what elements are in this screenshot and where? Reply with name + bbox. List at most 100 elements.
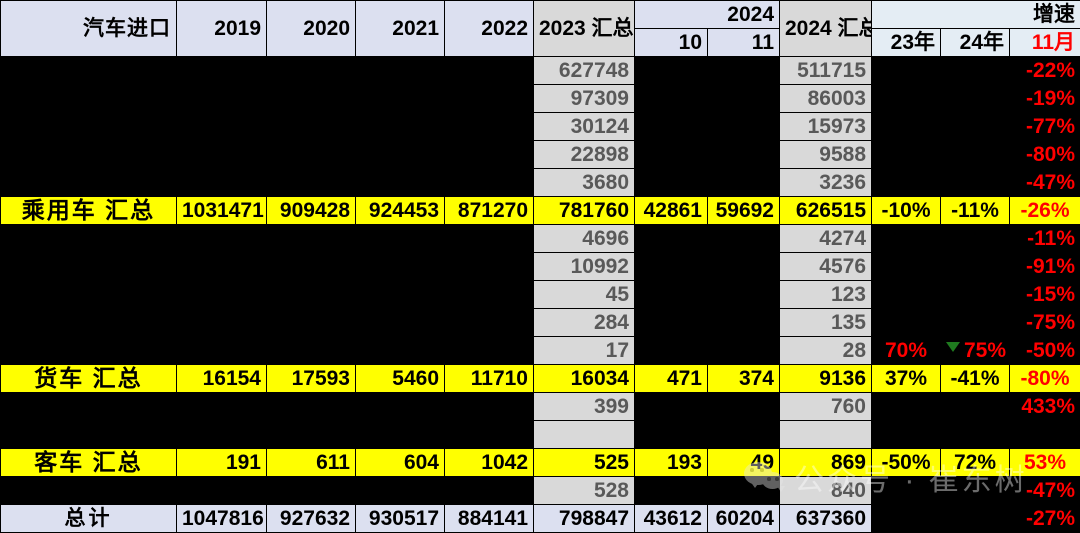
cell-g23 [872, 477, 941, 505]
cell-t2023: 16034 [534, 365, 635, 393]
cell-y2021 [356, 281, 445, 309]
cell-g24: -11% [941, 197, 1010, 225]
cell-y2022 [445, 85, 534, 113]
cell-y2020 [267, 225, 356, 253]
cell-y2020 [267, 393, 356, 421]
cell-m11 [708, 253, 780, 281]
cell-t2024: 840 [780, 477, 872, 505]
table-row: 货车 汇总16154175935460117101603447137491363… [1, 365, 1080, 393]
row-label-blank [1, 309, 177, 337]
cell-g23 [872, 309, 941, 337]
cell-m10 [635, 85, 708, 113]
cell-g11: -80% [1010, 365, 1080, 393]
cell-g23: 70% [872, 337, 941, 365]
cell-g23: -10% [872, 197, 941, 225]
table-row: 总计10478169276329305178841417988474361260… [1, 505, 1080, 533]
cell-y2021: 930517 [356, 505, 445, 533]
cell-t2024: 4274 [780, 225, 872, 253]
cell-t2023 [534, 421, 635, 449]
row-label-blank [1, 85, 177, 113]
cell-t2023: 284 [534, 309, 635, 337]
spreadsheet-canvas: 汽车进口 2019 2020 2021 2022 2023 汇总 2024 20… [0, 0, 1080, 514]
header-group-growth: 增速 [872, 1, 1080, 29]
row-label-summary: 货车 汇总 [1, 365, 177, 393]
cell-t2024: 9588 [780, 141, 872, 169]
cell-m10: 193 [635, 449, 708, 477]
cell-t2024: 511715 [780, 57, 872, 85]
cell-g24 [941, 309, 1010, 337]
cell-g23 [872, 281, 941, 309]
cell-m10 [635, 57, 708, 85]
cell-m11 [708, 281, 780, 309]
cell-y2021: 5460 [356, 365, 445, 393]
cell-y2019 [177, 113, 267, 141]
cell-g11: -91% [1010, 253, 1080, 281]
cell-g23 [872, 141, 941, 169]
cell-g24 [941, 477, 1010, 505]
cell-m10 [635, 225, 708, 253]
cell-t2024: 4576 [780, 253, 872, 281]
cell-t2024: 760 [780, 393, 872, 421]
cell-g23 [872, 85, 941, 113]
cell-t2023: 10992 [534, 253, 635, 281]
cell-t2023: 45 [534, 281, 635, 309]
cell-y2020 [267, 253, 356, 281]
cell-t2023: 781760 [534, 197, 635, 225]
cell-y2019 [177, 309, 267, 337]
cell-g24: 72% [941, 449, 1010, 477]
cell-m11 [708, 141, 780, 169]
cell-y2020: 611 [267, 449, 356, 477]
cell-t2023: 97309 [534, 85, 635, 113]
cell-t2023: 525 [534, 449, 635, 477]
header-2023-total: 2023 汇总 [534, 1, 635, 57]
table-row [1, 421, 1080, 449]
cell-g11: -80% [1010, 141, 1080, 169]
cell-y2022 [445, 169, 534, 197]
cell-g11: -27% [1010, 505, 1080, 533]
cell-t2024: 28 [780, 337, 872, 365]
cell-y2019 [177, 225, 267, 253]
cell-m11 [708, 57, 780, 85]
table-body: 627748511715-22%9730986003-19%3012415973… [1, 57, 1080, 533]
cell-m11: 374 [708, 365, 780, 393]
row-label-blank [1, 281, 177, 309]
cell-y2019 [177, 169, 267, 197]
cell-y2021 [356, 141, 445, 169]
cell-g24-value: 75% [964, 339, 1006, 362]
header-year-2022: 2022 [445, 1, 534, 57]
table-row: 284135-75% [1, 309, 1080, 337]
header-growth-nov: 11月 [1010, 29, 1080, 57]
cell-g23 [872, 421, 941, 449]
cell-g23: -50% [872, 449, 941, 477]
row-label-blank [1, 141, 177, 169]
cell-y2020 [267, 57, 356, 85]
cell-g24: 75% [941, 337, 1010, 365]
cell-m11 [708, 421, 780, 449]
cell-y2021 [356, 57, 445, 85]
cell-y2019: 1047816 [177, 505, 267, 533]
cell-g23 [872, 225, 941, 253]
cell-m11: 59692 [708, 197, 780, 225]
cell-y2019: 16154 [177, 365, 267, 393]
cell-m11 [708, 309, 780, 337]
cell-t2024: 869 [780, 449, 872, 477]
row-label-blank [1, 57, 177, 85]
row-label-blank [1, 253, 177, 281]
table-row: 36803236-47% [1, 169, 1080, 197]
cell-g23: 37% [872, 365, 941, 393]
cell-t2023: 399 [534, 393, 635, 421]
header-month-10: 10 [635, 29, 708, 57]
cell-y2022 [445, 393, 534, 421]
header-growth-24: 24年 [941, 29, 1010, 57]
cell-y2021 [356, 421, 445, 449]
cell-t2024: 3236 [780, 169, 872, 197]
cell-t2023: 22898 [534, 141, 635, 169]
cell-y2020 [267, 169, 356, 197]
cell-g24 [941, 57, 1010, 85]
cell-m10 [635, 253, 708, 281]
cell-m10: 471 [635, 365, 708, 393]
cell-g11: -26% [1010, 197, 1080, 225]
header-row-1: 汽车进口 2019 2020 2021 2022 2023 汇总 2024 20… [1, 1, 1080, 29]
cell-g23 [872, 253, 941, 281]
cell-y2022 [445, 225, 534, 253]
